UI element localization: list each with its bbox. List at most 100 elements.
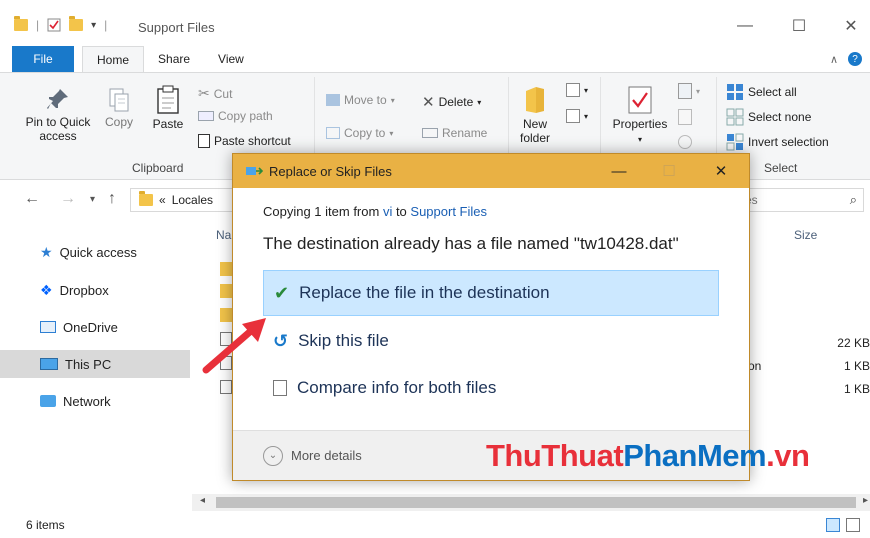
size-cell: 22 KB [837,336,870,350]
nav-item-onedrive[interactable]: OneDrive [0,313,190,341]
more-details-link[interactable]: More details [291,448,362,463]
copy-path-label: Copy path [218,109,273,123]
properties-check-icon[interactable] [47,18,61,32]
delete-button[interactable]: ✕ Delete ▾ [422,93,481,111]
details-view-icon[interactable] [826,518,840,532]
replace-option[interactable]: ✔ Replace the file in the destination [263,270,719,316]
breadcrumb-locales[interactable]: Locales [172,193,213,207]
breadcrumb-prefix[interactable]: « [159,193,166,207]
new-folder-label: New folder [519,117,551,145]
collapse-ribbon-icon[interactable]: ∧ [830,53,838,66]
properties-icon [628,86,652,114]
recent-dropdown-icon[interactable]: ▾ [90,194,95,205]
replace-label: Replace the file in the destination [299,283,550,302]
copy-path-icon [198,111,214,121]
large-icons-view-icon[interactable] [846,518,860,532]
address-bar[interactable]: « Locales [130,188,240,212]
back-arrow-icon[interactable]: ← [24,190,40,208]
type-cell: on [748,359,762,373]
scroll-right-icon[interactable]: ▸ [863,495,868,506]
copy-button[interactable]: Copy [102,87,136,129]
folder-icon [220,284,232,298]
nav-item-dropbox[interactable]: ❖ Dropbox [0,276,190,304]
scroll-left-icon[interactable]: ◂ [200,495,205,506]
select-none-icon [726,108,744,126]
copy-path-button[interactable]: Copy path [198,109,273,123]
help-icon[interactable]: ? [848,52,862,66]
chevron-down-icon[interactable]: ⌄ [263,445,283,466]
nav-item-this-pc[interactable]: This PC [0,350,190,378]
scrollbar-thumb[interactable] [216,497,856,508]
status-bar: 6 items [0,512,870,538]
cut-button[interactable]: ✂ Cut [198,85,232,102]
new-folder-button[interactable]: New folder [514,85,556,145]
clipboard-group-label: Clipboard [132,161,184,175]
paste-shortcut-label: Paste shortcut [214,134,291,148]
red-arrow-annotation [202,318,266,374]
rename-button[interactable]: Rename [422,126,487,140]
source-link[interactable]: vi [383,204,392,219]
nav-label: OneDrive [63,319,118,335]
watermark: ThuThuatPhanMem.vn [486,438,810,474]
compare-icon [273,380,287,396]
easy-access-button[interactable]: ▾ [566,109,588,123]
nav-item-quick-access[interactable]: ★ Quick access [0,238,190,266]
nav-item-network[interactable]: Network [0,387,190,415]
column-header-name[interactable]: Na [216,228,231,242]
star-icon: ★ [40,243,53,260]
select-none-label: Select none [748,110,812,124]
history-button[interactable] [678,135,692,149]
close-button[interactable]: ✕ [836,14,866,38]
tab-home[interactable]: Home [82,46,145,72]
search-input[interactable]: es ⌕ [738,188,864,212]
skip-option[interactable]: ↺ Skip this file [263,318,719,364]
select-none-button[interactable]: Select none [726,108,811,126]
open-button[interactable]: ▾ [678,83,700,99]
destination-link[interactable]: Support Files [410,204,487,219]
move-to-button[interactable]: Move to ▾ [326,93,395,107]
minimize-button[interactable]: — [730,14,760,38]
file-icon [220,380,232,394]
pin-quick-access-button[interactable]: Pin to Quick access [20,87,96,143]
file-copy-icon [246,167,263,175]
new-folder-icon[interactable] [69,16,84,31]
watermark-part1: ThuThuat [486,438,624,473]
watermark-part2: PhanMem [623,438,767,473]
select-all-button[interactable]: Select all [726,83,797,101]
dropbox-icon: ❖ [40,281,53,298]
dropdown-icon: ▾ [696,86,701,96]
horizontal-scrollbar[interactable]: ◂ ▸ [192,494,870,511]
invert-selection-button[interactable]: Invert selection [726,133,829,151]
scissors-icon: ✂ [198,85,210,101]
dropdown-icon: ▾ [637,135,642,144]
copying-text: Copying 1 item from [263,204,383,219]
customize-dropdown-icon[interactable]: ▾ [91,20,96,31]
paste-shortcut-button[interactable]: Paste shortcut [198,134,291,148]
new-item-icon [566,83,580,97]
dialog-minimize-button[interactable]: — [603,159,635,183]
new-item-button[interactable]: ▾ [566,83,588,97]
edit-button[interactable] [678,109,692,125]
watermark-part3: .vn [766,438,810,473]
compare-option[interactable]: Compare info for both files [263,365,719,411]
rename-label: Rename [442,126,488,140]
size-cell: 1 KB [843,382,870,396]
pin-label: Pin to Quick access [25,115,91,143]
toolbar-divider: | [104,18,108,32]
maximize-button[interactable]: ☐ [784,14,814,38]
forward-arrow-icon[interactable]: → [60,190,76,208]
paste-button[interactable]: Paste [148,85,188,131]
copy-to-button[interactable]: Copy to ▾ [326,126,393,140]
cut-label: Cut [213,86,233,101]
tab-file[interactable]: File [12,46,74,72]
title-bar: | ▾ | Support Files — ☐ ✕ [0,0,870,46]
dialog-close-button[interactable]: ✕ [705,159,737,183]
tab-share[interactable]: Share [144,46,204,72]
tab-view[interactable]: View [204,46,258,72]
up-arrow-icon[interactable]: ↑ [108,190,116,208]
invert-selection-label: Invert selection [748,135,829,149]
column-header-size[interactable]: Size [794,228,817,242]
new-folder-icon [526,87,544,113]
nav-label: Network [63,393,111,409]
properties-button[interactable]: Properties ▾ [608,85,672,147]
